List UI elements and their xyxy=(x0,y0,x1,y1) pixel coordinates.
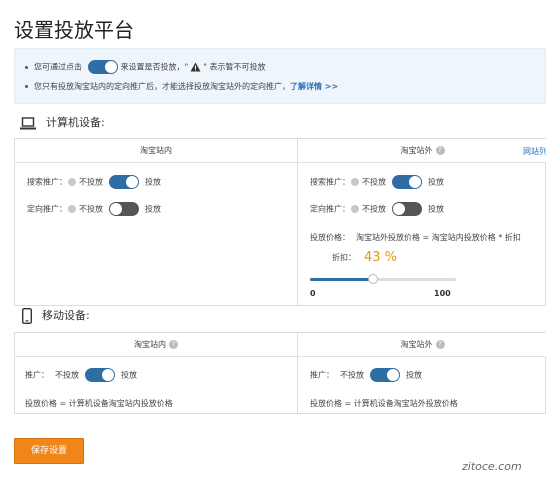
help-icon[interactable]: ? xyxy=(435,340,445,349)
pc-outside-target-toggle[interactable] xyxy=(392,202,422,216)
slider-handle[interactable] xyxy=(368,274,378,284)
off-label: 不投放 xyxy=(79,204,103,214)
mobile-settings-panel: 淘宝站内? 推广： 不投放 投放 投放价格 = 计算机设备淘宝站内投放价格 淘宝站外… xyxy=(14,332,546,414)
notice-line1-middle: 来设置是否投放，" xyxy=(120,62,189,72)
off-label: 不投放 xyxy=(55,370,79,380)
bullet-icon xyxy=(25,65,28,69)
pc-outside-header-label: 淘宝站外 xyxy=(400,146,433,155)
mobile-inside-header-label: 淘宝站内 xyxy=(134,340,166,349)
pc-inside-search-row: 搜索推广： 不投放 投放 xyxy=(27,175,161,189)
price-label: 投放价格： xyxy=(310,233,350,242)
mobile-outside-price-row: 投放价格 = 计算机设备淘宝站外投放价格 xyxy=(310,398,458,409)
notice-line-1: 您可通过点击 来设置是否投放，" " 表示暂不可投放 xyxy=(25,60,265,74)
slider-min-label: 0 xyxy=(310,289,316,298)
pc-section-label: 计算机设备: xyxy=(46,116,105,129)
learn-more-link[interactable]: 了解详情 >> xyxy=(290,82,338,91)
site-list-link[interactable]: 网站列 xyxy=(523,146,546,157)
pc-inside-target-row: 定向推广： 不投放 投放 xyxy=(27,202,161,216)
discount-value: 43 % xyxy=(364,250,398,265)
pc-section-heading: 计算机设备: xyxy=(20,114,105,130)
mobile-inside-promo-row: 推广： 不投放 投放 xyxy=(25,368,137,382)
pc-outside-target-row: 定向推广： 不投放 投放 xyxy=(310,202,444,216)
discount-row: 折扣： 43 % xyxy=(332,250,397,265)
help-icon[interactable] xyxy=(351,178,359,186)
mobile-outside-price-text: 投放价格 = 计算机设备淘宝站外投放价格 xyxy=(310,399,458,408)
help-icon[interactable]: ? xyxy=(435,146,445,155)
help-icon[interactable] xyxy=(68,205,76,213)
off-label: 不投放 xyxy=(79,177,103,187)
example-toggle xyxy=(87,60,118,74)
notice-box: 您可通过点击 来设置是否投放，" " 表示暂不可投放 您只有投放淘宝站内的定向推广… xyxy=(14,48,546,104)
price-formula: 淘宝站外投放价格 = 淘宝站内投放价格 * 折扣 xyxy=(356,233,521,242)
pc-inside-column: 淘宝站内 搜索推广： 不投放 投放 定向推广： 不投放 投放 xyxy=(15,139,298,305)
off-label: 不投放 xyxy=(362,177,386,187)
mobile-inside-price-text: 投放价格 = 计算机设备淘宝站内投放价格 xyxy=(25,399,173,408)
pc-outside-search-toggle[interactable] xyxy=(392,175,422,189)
notice-line1-prefix: 您可通过点击 xyxy=(34,62,82,72)
price-formula-row: 投放价格： 淘宝站外投放价格 = 淘宝站内投放价格 * 折扣 xyxy=(310,232,521,243)
mobile-inside-promo-toggle[interactable] xyxy=(85,368,115,382)
mobile-inside-column: 淘宝站内? 推广： 不投放 投放 投放价格 = 计算机设备淘宝站内投放价格 xyxy=(15,333,298,413)
pc-inside-header-label: 淘宝站内 xyxy=(140,146,172,155)
on-label: 投放 xyxy=(145,204,161,214)
promo-label: 推广： xyxy=(310,370,334,380)
promo-label: 推广： xyxy=(25,370,49,380)
discount-slider[interactable] xyxy=(310,274,456,284)
search-promo-label: 搜索推广： xyxy=(27,177,67,187)
mobile-outside-header-label: 淘宝站外 xyxy=(400,340,433,349)
pc-inside-header: 淘宝站内 xyxy=(15,139,297,163)
help-icon[interactable]: ? xyxy=(169,340,178,349)
bullet-icon xyxy=(25,85,28,88)
target-promo-label: 定向推广： xyxy=(310,204,350,214)
off-label: 不投放 xyxy=(340,370,364,380)
help-icon[interactable] xyxy=(351,205,359,213)
page-title: 设置投放平台 xyxy=(14,18,134,42)
mobile-inside-header: 淘宝站内? xyxy=(15,333,297,357)
slider-max-label: 100 xyxy=(434,289,451,298)
pc-inside-search-toggle[interactable] xyxy=(109,175,139,189)
watermark: zitoce.com xyxy=(462,460,522,473)
save-button[interactable]: 保存设置 xyxy=(14,438,84,464)
target-promo-label: 定向推广： xyxy=(27,204,67,214)
laptop-icon xyxy=(20,116,36,129)
pc-outside-column: 淘宝站外? 网站列 搜索推广： 不投放 投放 定向推广： 不投放 投放 投放价格： 淘宝站… xyxy=(298,139,546,305)
mobile-outside-promo-toggle[interactable] xyxy=(370,368,400,382)
off-label: 不投放 xyxy=(362,204,386,214)
search-promo-label: 搜索推广： xyxy=(310,177,350,187)
on-label: 投放 xyxy=(145,177,161,187)
phone-icon xyxy=(22,308,32,324)
on-label: 投放 xyxy=(428,204,444,214)
pc-settings-panel: 淘宝站内 搜索推广： 不投放 投放 定向推广： 不投放 投放 淘宝站外? 网站列 搜索推… xyxy=(14,138,546,306)
notice-line-2: 您只有投放淘宝站内的定向推广后，才能选择投放淘宝站外的定向推广，了解详情 >> xyxy=(25,81,338,92)
notice-line2-text: 您只有投放淘宝站内的定向推广后，才能选择投放淘宝站外的定向推广， xyxy=(34,82,290,91)
discount-label: 折扣： xyxy=(332,253,356,262)
on-label: 投放 xyxy=(121,370,137,380)
mobile-section-label: 移动设备: xyxy=(42,309,90,322)
mobile-outside-promo-row: 推广： 不投放 投放 xyxy=(310,368,422,382)
help-icon[interactable] xyxy=(68,178,76,186)
mobile-outside-column: 淘宝站外? 推广： 不投放 投放 投放价格 = 计算机设备淘宝站外投放价格 xyxy=(298,333,546,413)
pc-outside-search-row: 搜索推广： 不投放 投放 xyxy=(310,175,444,189)
mobile-section-heading: 移动设备: xyxy=(22,307,90,324)
pc-inside-target-toggle[interactable] xyxy=(109,202,139,216)
on-label: 投放 xyxy=(406,370,422,380)
on-label: 投放 xyxy=(428,177,444,187)
pc-outside-header: 淘宝站外? xyxy=(298,139,546,163)
warning-icon xyxy=(190,62,201,72)
slider-fill xyxy=(310,278,373,281)
mobile-inside-price-row: 投放价格 = 计算机设备淘宝站内投放价格 xyxy=(25,398,173,409)
mobile-outside-header: 淘宝站外? xyxy=(298,333,546,357)
notice-line1-suffix: " 表示暂不可投放 xyxy=(203,62,266,72)
